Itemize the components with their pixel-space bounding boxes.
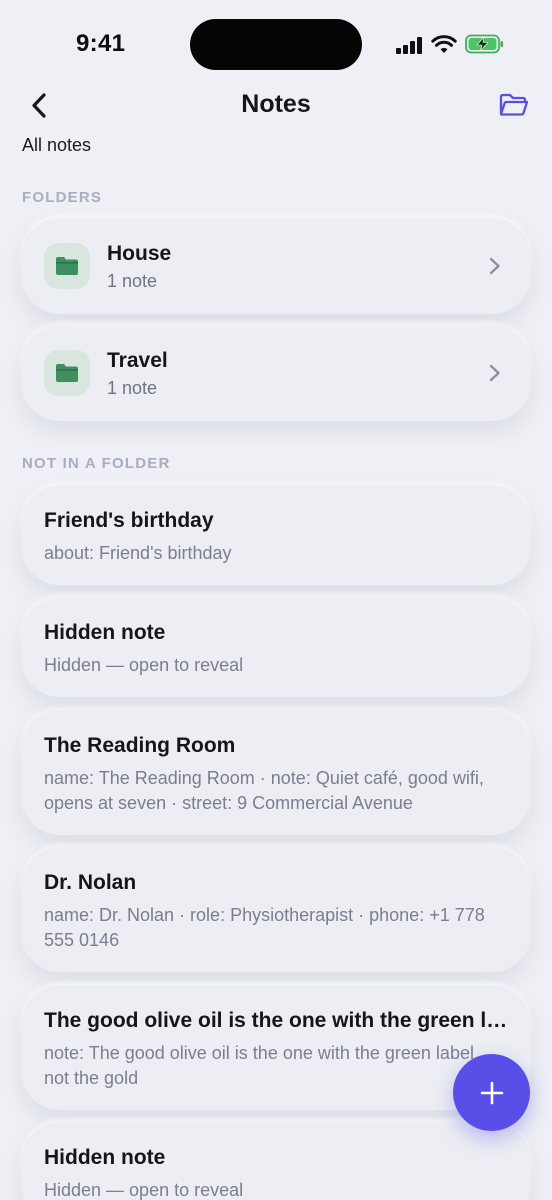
chevron-right-icon [489,257,500,275]
folders-section-label: FOLDERS [22,189,103,206]
chevron-right-icon [489,364,500,382]
dynamic-island [190,19,362,70]
plus-icon [480,1081,503,1104]
page-title: Notes [241,90,311,118]
add-note-button[interactable] [453,1054,530,1131]
note-title: Hidden note [44,1146,166,1169]
wifi-icon [431,35,457,53]
battery-charging-icon [465,34,503,54]
status-bar: 9:41 [0,0,552,90]
note-card[interactable]: Hidden note Hidden — open to reveal [22,1122,530,1200]
folder-row-house[interactable]: House 1 note [22,218,530,314]
note-card[interactable]: Hidden note Hidden — open to reveal [22,597,530,697]
note-card[interactable]: The Reading Room name: The Reading Room … [22,710,530,835]
folder-note-count: 1 note [107,271,158,291]
folder-icon-box [44,243,90,289]
folder-open-icon[interactable] [498,90,530,120]
note-preview: Hidden — open to reveal [44,655,244,675]
note-title: The good olive oil is the one with the g… [44,1009,508,1032]
folder-note-count: 1 note [107,378,158,398]
note-preview: about: Friend's birthday [44,543,232,563]
status-time: 9:41 [76,30,126,57]
note-title: Hidden note [44,621,166,644]
note-preview: name: The Reading Room · note: Quiet caf… [44,768,484,813]
folder-icon [56,364,78,382]
note-card[interactable]: Dr. Nolan name: Dr. Nolan · role: Physio… [22,847,530,972]
notes-screen: 9:41 Notes All notes FOLDERS House 1 not… [0,0,552,1200]
note-title: The Reading Room [44,734,236,757]
nav-bar: Notes [0,80,552,130]
folder-name: Travel [107,349,168,372]
folder-icon [56,257,78,275]
note-preview: note: The good olive oil is the one with… [44,1043,479,1088]
cellular-signal-icon [396,36,424,54]
folder-row-travel[interactable]: Travel 1 note [22,325,530,421]
note-title: Dr. Nolan [44,871,137,894]
folder-icon-box [44,350,90,396]
note-preview: Hidden — open to reveal [44,1180,244,1200]
note-card[interactable]: Friend's birthday about: Friend's birthd… [22,485,530,585]
folder-name: House [107,242,172,265]
breadcrumb: All notes [22,135,92,155]
note-title: Friend's birthday [44,509,214,532]
note-preview: name: Dr. Nolan · role: Physiotherapist … [44,905,485,950]
not-in-folder-section-label: NOT IN A FOLDER [22,455,171,472]
